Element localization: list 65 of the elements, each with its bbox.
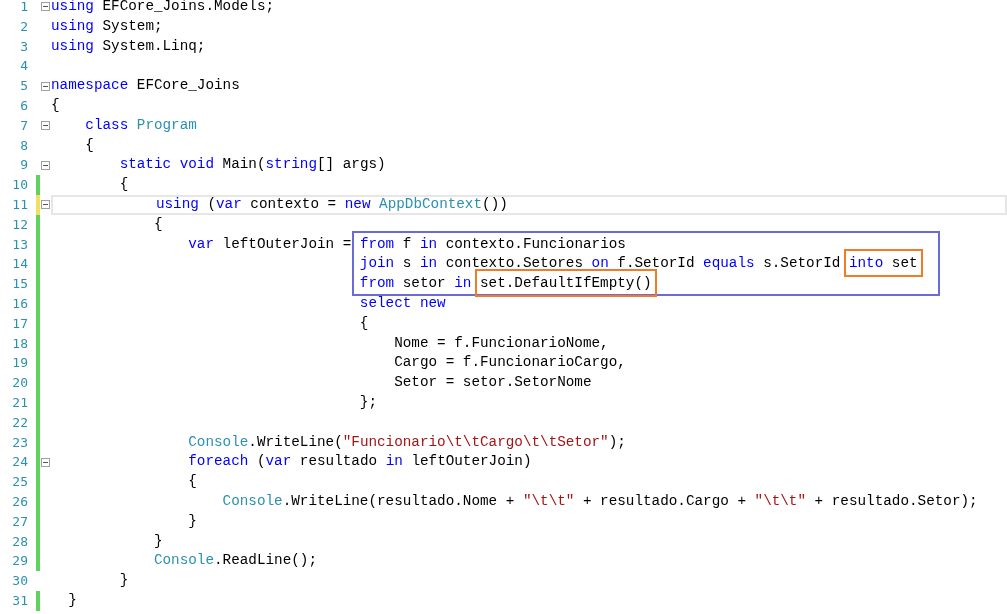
line-number: 10	[11, 176, 29, 195]
line-number: 20	[11, 374, 29, 393]
line-number: 31	[11, 591, 29, 610]
line-number: 9	[19, 156, 29, 175]
line-number: 8	[19, 136, 29, 155]
code-line: {	[358, 313, 370, 333]
line-number: 7	[19, 116, 29, 135]
code-line: {	[51, 96, 61, 115]
collapse-icon[interactable]	[41, 81, 50, 91]
line-number: 27	[11, 512, 29, 531]
code-line: using System.Linq;	[51, 36, 207, 56]
code-line: Console.WriteLine("Funcionario\t\tCargo\t\tSetor");	[187, 432, 627, 452]
collapse-icon[interactable]	[41, 2, 50, 12]
code-line: };	[358, 392, 379, 412]
collapse-icon[interactable]	[41, 121, 50, 131]
code-line: using EFCore_Joins.Models;	[51, 0, 276, 16]
code-line: Setor = setor.SetorNome	[393, 373, 593, 393]
line-number: 11	[11, 195, 29, 214]
code-line: Cargo = f.FuncionarioCargo,	[393, 353, 627, 373]
code-line: {	[187, 472, 198, 492]
code-line: Console.ReadLine();	[152, 551, 318, 571]
code-line: foreach (var resultado in leftOuterJoin)	[187, 452, 533, 472]
line-number: 14	[11, 255, 29, 274]
line-number: 30	[11, 572, 29, 591]
line-number: 17	[11, 314, 29, 333]
code-line: }	[118, 571, 130, 591]
line-number: 15	[11, 275, 29, 294]
code-line: Nome = f.FuncionarioNome,	[393, 333, 610, 353]
line-number: 1	[19, 0, 29, 16]
code-line: }	[67, 590, 78, 610]
line-number: 12	[11, 215, 29, 234]
line-number: 25	[11, 473, 29, 492]
code-line: {	[84, 135, 95, 155]
line-number: 21	[11, 393, 29, 412]
code-line: {	[118, 175, 130, 195]
line-number: 28	[11, 532, 29, 551]
code-line: var leftOuterJoin = from f in contexto.Funcionarios	[187, 234, 627, 254]
code-line: static void Main(string[] args)	[118, 155, 387, 175]
line-number: 2	[19, 17, 29, 36]
code-line: from setor in set.DefaultIfEmpty()	[358, 274, 653, 294]
line-number: 4	[19, 57, 29, 76]
line-number: 23	[11, 433, 29, 452]
line-number: 13	[11, 235, 29, 254]
code-line: }	[187, 511, 198, 531]
line-number: 18	[11, 334, 29, 353]
code-line: {	[152, 214, 164, 234]
code-line: using System;	[51, 16, 164, 36]
collapse-icon[interactable]	[41, 200, 50, 210]
line-number: 16	[11, 294, 29, 313]
collapse-icon[interactable]	[41, 457, 50, 467]
line-number: 24	[11, 453, 29, 472]
code-line: class Program	[84, 115, 198, 135]
line-number: 29	[11, 552, 29, 571]
line-number: 6	[19, 97, 29, 115]
code-line: namespace EFCore_Joins	[51, 76, 241, 96]
collapse-icon[interactable]	[41, 160, 50, 170]
code-line: Console.WriteLine(resultado.Nome + "\t\t" + resultado.Cargo + "\t\t" + resultado.Setor);	[221, 491, 979, 511]
line-number: 19	[11, 354, 29, 373]
line-number: 3	[19, 37, 29, 56]
line-number: 22	[11, 413, 29, 432]
line-number: 26	[11, 492, 29, 511]
code-line: }	[152, 531, 164, 551]
line-number: 5	[19, 77, 29, 96]
code-line: select new	[358, 293, 447, 313]
code-line: join s in contexto.Setores on f.SetorId equals s.SetorId into set	[358, 254, 919, 274]
